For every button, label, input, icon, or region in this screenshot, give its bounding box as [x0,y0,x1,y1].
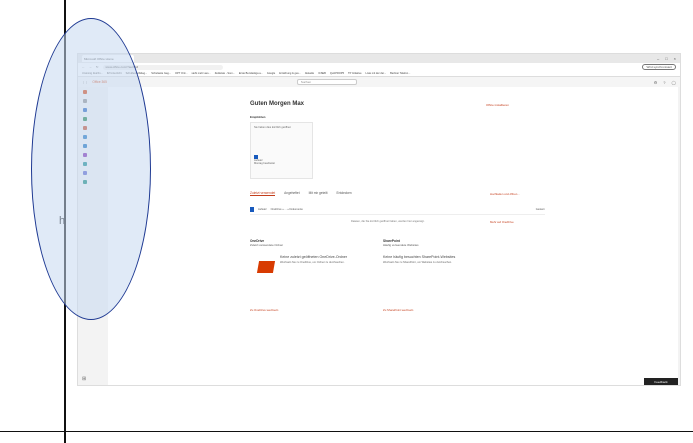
file-tabs: Zuletzt verwendet Angeheftet Mit mir getei… [250,191,352,196]
bookmark-item[interactable]: Zeitleiste - Som... [215,72,235,75]
waffle-icon[interactable]: ⊞ [82,376,86,382]
search-input[interactable]: Suchen [296,79,357,85]
file-name: Aufsatz [258,208,267,211]
feedback-button[interactable]: Feedback [644,378,678,385]
app-header: ⋮⋮ Office 365 Suchen ⚙ ? ◯ [78,77,680,87]
bookmark-item[interactable]: Berliner Telefon... [390,72,410,75]
quick-start-label: Empfohlen [250,115,266,119]
settings-icon[interactable]: ⚙ [654,80,658,85]
tab-angeheftet[interactable]: Angeheftet [284,191,299,196]
onedrive-sub: Zuletzt verwendete Ordner [250,243,284,247]
main-content: Guten Morgen Max Office installieren Emp… [108,87,678,385]
onedrive-promo-text: Wechseln Sie zu OneDrive, um Ordner zu d… [280,261,345,264]
tab-entdecken[interactable]: Entdecken [337,191,352,196]
card-sub: Montag bearbeitet [254,162,275,165]
file-date: Gestern [535,208,545,211]
window-controls: – □ × [657,56,680,61]
more-onedrive-link[interactable]: Mehr auf OneDrive [490,220,514,224]
greeting: Guten Morgen Max [250,101,305,107]
onedrive-link[interactable]: Zu OneDrive wechseln [250,308,278,312]
bookmark-item[interactable]: ICSEB [318,72,326,75]
tab-mit-mir-geteilt[interactable]: Mit mir geteilt [309,191,328,196]
sharepoint-sub: Häufig verwendete Websites [383,243,419,247]
bookmark-item[interactable]: Schulseite Geg... [151,72,171,75]
bookmark-item[interactable]: Aktuelle [305,72,314,75]
bookmark-item[interactable]: Google [267,72,275,75]
folder-illustration [256,261,276,273]
maximize-icon[interactable]: □ [665,56,667,61]
address-bar: ← → ↻ www.office.com/?auth=2 Wird synchr… [78,63,680,71]
avatar[interactable]: ◯ [672,80,676,85]
close-icon[interactable]: × [674,56,676,61]
sharepoint-promo-title: Keine häufig besuchten SharePoint-Websit… [383,255,456,259]
sharepoint-promo: Keine häufig besuchten SharePoint-Websit… [383,255,493,285]
bookmark-item[interactable]: QuizPROP5 [330,72,344,75]
tab-zuletzt-verwendet[interactable]: Zuletzt verwendet [250,191,276,196]
sharepoint-promo-text: Wechseln Sie zu SharePoint, um Websites … [383,261,452,264]
profile-button[interactable]: Wird synchronisiert [642,64,676,70]
file-row[interactable]: Aufsatz OneDrive » ... » Dokumente Geste… [250,205,545,215]
help-icon[interactable]: ? [663,80,665,85]
upload-button[interactable]: Hochladen und öffnen... [490,192,520,196]
bookmark-item[interactable]: sieht mehr aus... [192,72,211,75]
word-icon [250,207,254,212]
browser-window: Microsoft Office Home – □ × ← → ↻ www.of… [77,53,681,386]
page-bottom-line [0,431,693,432]
highlight-ellipse [31,18,151,320]
tab-bar: Microsoft Office Home – □ × [78,54,680,63]
recommended-card[interactable]: Sie haben dies kürzlich geöffnet Aufsatz… [250,122,313,179]
onedrive-section: OneDrive Zuletzt verwendete Ordner [250,239,360,247]
header-icons: ⚙ ? ◯ [654,80,676,85]
bookmark-item[interactable]: Erste Bundesliga a... [239,72,263,75]
bookmark-item[interactable]: Ernährung & ges... [279,72,301,75]
sharepoint-section: SharePoint Häufig verwendete Websites [383,239,493,247]
onedrive-promo-title: Keine zuletzt geöffneten OneDrive-Ordner [280,255,348,259]
sharepoint-link[interactable]: Zu SharePoint wechseln [383,308,413,312]
minimize-icon[interactable]: – [657,56,659,61]
card-text: Sie haben dies kürzlich geöffnet [254,126,291,129]
bookmark-item[interactable]: TP Initiative [348,72,362,75]
bookmark-item[interactable]: OPT Ord... [175,72,188,75]
file-path: OneDrive » ... » Dokumente [270,208,303,211]
onedrive-promo: Keine zuletzt geöffneten OneDrive-Ordner… [256,255,368,285]
recent-hint: Dateien, die Sie kürzlich geöffnet haben… [351,220,425,223]
bookmark-item[interactable]: Liste mit der der... [366,72,387,75]
install-office-button[interactable]: Office installieren [486,103,509,107]
